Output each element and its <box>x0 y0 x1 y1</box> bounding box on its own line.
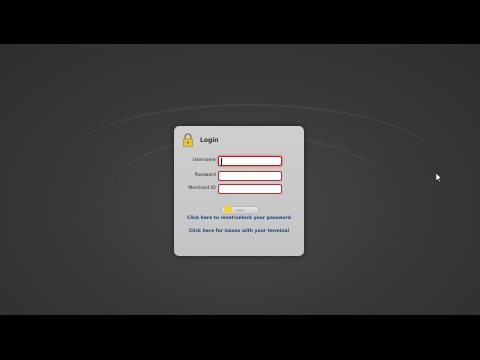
password-input[interactable] <box>218 171 282 181</box>
text-caret <box>221 158 222 165</box>
login-header: Login <box>182 132 219 148</box>
username-input[interactable] <box>218 156 282 166</box>
merchant-label: Merchant ID* <box>188 186 220 191</box>
login-title: Login <box>200 136 219 144</box>
password-row: Password* <box>174 171 304 183</box>
username-row: Username* <box>174 156 304 168</box>
username-label: Username* <box>192 158 220 163</box>
mouse-cursor-icon <box>436 173 442 183</box>
password-label: Password* <box>194 173 220 178</box>
terminal-issues-link[interactable]: Click here for issues with your terminal <box>174 229 304 234</box>
merchant-id-input[interactable] <box>218 184 282 194</box>
reset-password-link[interactable]: Click here to reset/unlock your password <box>174 216 304 221</box>
highlight-marker <box>224 206 232 213</box>
login-panel: Login Username* Password* Merchant ID* L… <box>174 126 304 256</box>
lock-icon <box>183 133 193 147</box>
merchant-row: Merchant ID* <box>174 184 304 196</box>
